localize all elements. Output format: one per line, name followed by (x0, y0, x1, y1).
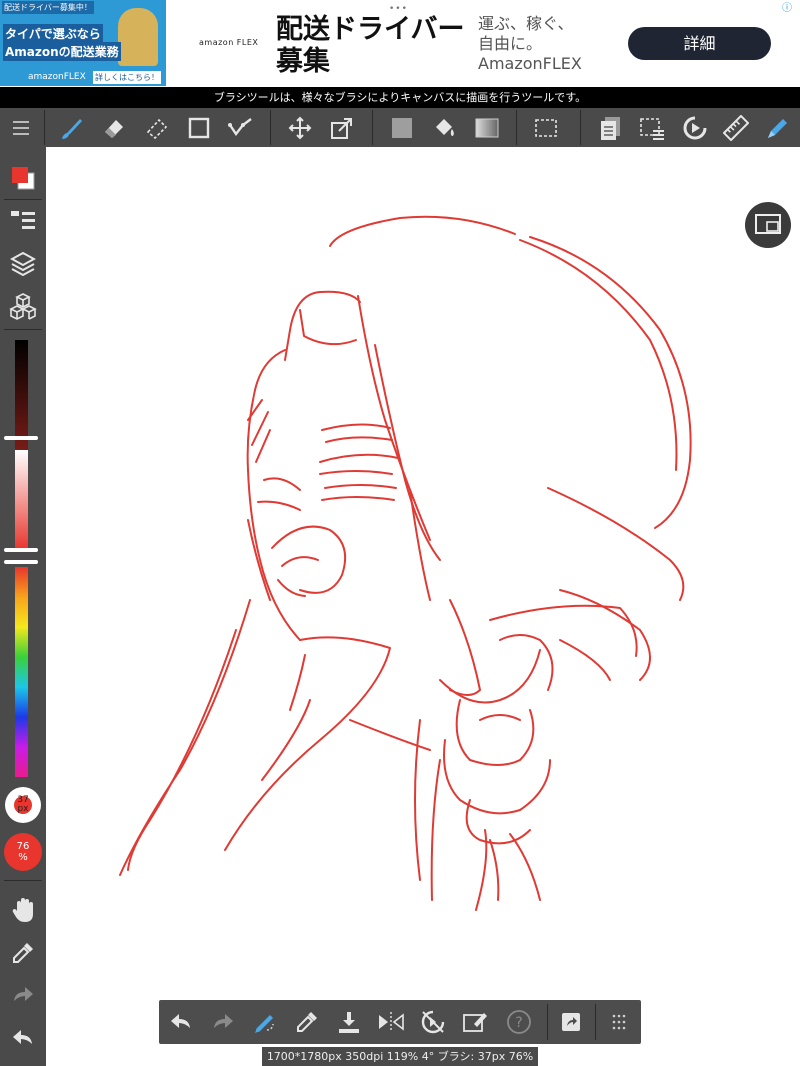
ad-thumb-label: タイパで選ぶなら (3, 24, 103, 43)
undo-icon[interactable] (161, 1000, 201, 1044)
select-tool-icon[interactable] (526, 108, 566, 147)
ad-thumbnail[interactable]: 配送ドライバー募集中！ タイパで選ぶなら Amazonの配送業務 amazonF… (0, 0, 166, 86)
shape-tool-icon[interactable] (179, 108, 219, 147)
bucket-tool-icon[interactable] (425, 108, 465, 147)
top-toolbar (0, 108, 800, 147)
bottom-toolbar: ? (159, 1000, 641, 1044)
brush-size-control[interactable]: 37 px (5, 787, 41, 823)
eyedropper-icon[interactable] (0, 934, 46, 972)
save-icon[interactable] (329, 1000, 369, 1044)
ruler-icon[interactable] (716, 108, 756, 147)
left-sidebar: 37 px 76 % (0, 147, 46, 1066)
eraser-tool-icon[interactable] (94, 108, 134, 147)
redo-icon[interactable] (203, 1000, 243, 1044)
brush-size-label: 37 px (17, 795, 29, 814)
ad-more-icon[interactable]: ••• (389, 4, 408, 14)
rotate-canvas-icon[interactable] (675, 108, 715, 147)
ad-details-button[interactable]: 詳細 (628, 27, 771, 60)
ad-sub-line: 運ぶ、稼ぐ、 (478, 14, 574, 33)
ad-subtext: 運ぶ、稼ぐ、 自由に。 AmazonFLEX (478, 14, 582, 74)
ad-banner[interactable]: 配送ドライバー募集中！ タイパで選ぶなら Amazonの配送業務 amazonF… (0, 0, 800, 87)
move-tool-icon[interactable] (280, 108, 320, 147)
selection-eraser-icon[interactable] (137, 108, 177, 147)
brush-list-icon[interactable] (0, 202, 46, 240)
help-icon[interactable]: ? (499, 1000, 539, 1044)
layers-icon[interactable] (0, 244, 46, 282)
pen-pressure-icon[interactable] (758, 108, 798, 147)
gradient-tool-icon[interactable] (467, 108, 507, 147)
svg-text:?: ? (515, 1015, 522, 1031)
color-hue-handle[interactable] (4, 560, 38, 564)
menu-icon[interactable] (1, 108, 41, 147)
ad-sub-line: AmazonFLEX (478, 54, 582, 73)
undo-icon[interactable] (0, 1019, 46, 1057)
ad-headline-line: 配送ドライバー (276, 14, 465, 45)
ad-info-icon[interactable]: ⓘ (780, 2, 794, 16)
window-icon (755, 214, 781, 234)
ad-thumb-label: Amazonの配送業務 (3, 42, 121, 61)
redo-icon[interactable] (0, 976, 46, 1014)
ad-brand-logo: amazon FLEX (199, 38, 259, 47)
selection-menu-icon[interactable] (632, 108, 672, 147)
opacity-control[interactable]: 76 % (4, 833, 42, 871)
stabilizer-icon[interactable] (245, 1000, 285, 1044)
grid-menu-icon[interactable] (599, 1000, 639, 1044)
tool-hint-bar: ブラシツールは、様々なブラシによりキャンバスに描画を行うツールです。 (0, 87, 800, 108)
brush-tool-icon[interactable] (52, 108, 92, 147)
share-icon[interactable] (551, 1000, 591, 1044)
canvas-status-bar: 1700*1780px 350dpi 119% 4° ブラシ: 37px 76% (262, 1047, 538, 1066)
ad-person-image (118, 8, 158, 66)
color-hue-slider[interactable] (15, 567, 28, 777)
ad-thumb-brand: amazonFLEX (28, 72, 86, 82)
ad-headline-line: 募集 (276, 46, 330, 77)
hand-tool-icon[interactable] (0, 891, 46, 929)
color-saturation-slider[interactable] (15, 450, 28, 550)
fill-color-icon[interactable] (382, 108, 422, 147)
ad-sub-line: 自由に。 (478, 34, 543, 53)
ad-headline: 配送ドライバー 募集 (276, 14, 464, 78)
transform-tool-icon[interactable] (322, 108, 362, 147)
canvas-view-toggle-button[interactable] (745, 202, 791, 248)
line-tool-icon[interactable] (221, 108, 261, 147)
reset-rotation-icon[interactable] (413, 1000, 453, 1044)
ad-thumb-link: 詳しくはこちら！ (93, 71, 161, 84)
color-swatch-button[interactable] (0, 159, 46, 197)
ad-thumb-label: 配送ドライバー募集中！ (2, 1, 94, 14)
opacity-label: 76 % (16, 841, 30, 863)
materials-icon[interactable] (0, 287, 46, 325)
copy-paste-icon[interactable] (590, 108, 630, 147)
eyedropper-icon[interactable] (287, 1000, 327, 1044)
flip-horizontal-icon[interactable] (371, 1000, 411, 1044)
drawing-canvas[interactable] (46, 147, 800, 1066)
edit-selection-icon[interactable] (455, 1000, 495, 1044)
sketch-strokes (119, 215, 692, 911)
color-value-handle[interactable] (4, 436, 38, 440)
color-saturation-handle[interactable] (4, 548, 38, 552)
